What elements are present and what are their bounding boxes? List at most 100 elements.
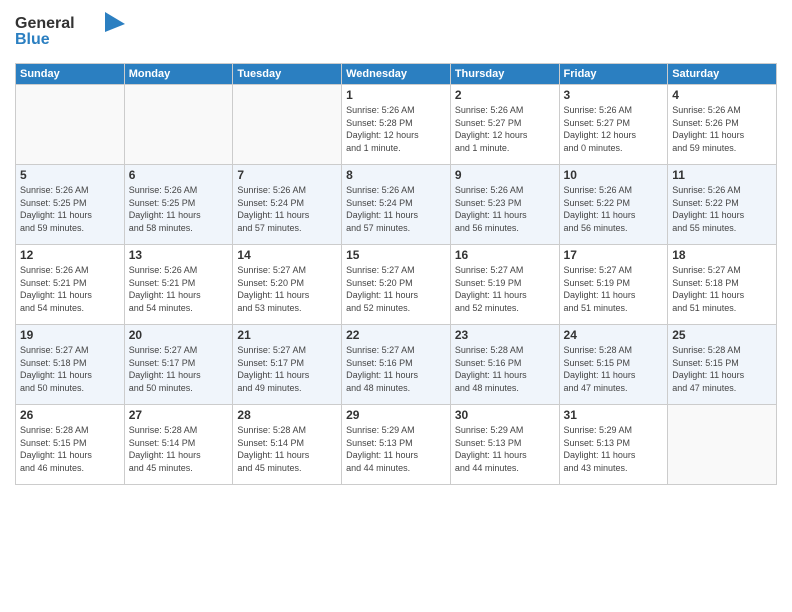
day-number: 14 xyxy=(237,248,337,262)
calendar-cell: 11Sunrise: 5:26 AM Sunset: 5:22 PM Dayli… xyxy=(668,165,777,245)
day-number: 8 xyxy=(346,168,446,182)
calendar-cell: 19 Sunrise: 5:27 AM Sunset: 5:18 PM Dayli… xyxy=(16,325,125,405)
cell-details: Sunrise: 5:26 AM Sunset: 5:22 PM Dayligh… xyxy=(564,184,664,234)
cell-details: Sunrise: 5:28 AM Sunset: 5:15 PM Dayligh… xyxy=(564,344,664,394)
calendar-cell: 1Sunrise: 5:26 AM Sunset: 5:28 PM Daylig… xyxy=(342,85,451,165)
cell-details: Sunrise: 5:27 AM Sunset: 5:20 PM Dayligh… xyxy=(346,264,446,314)
day-number: 11 xyxy=(672,168,772,182)
calendar-cell: 17Sunrise: 5:27 AM Sunset: 5:19 PM Dayli… xyxy=(559,245,668,325)
weekday-header: Monday xyxy=(124,64,233,85)
day-number: 20 xyxy=(129,328,229,342)
cell-details: Sunrise: 5:26 AM Sunset: 5:24 PM Dayligh… xyxy=(237,184,337,234)
cell-details: Sunrise: 5:26 AM Sunset: 5:23 PM Dayligh… xyxy=(455,184,555,234)
weekday-header: Tuesday xyxy=(233,64,342,85)
calendar-cell: 15 Sunrise: 5:27 AM Sunset: 5:20 PM Dayli… xyxy=(342,245,451,325)
cell-details: Sunrise: 5:28 AM Sunset: 5:16 PM Dayligh… xyxy=(455,344,555,394)
day-number: 22 xyxy=(346,328,446,342)
calendar-week-row: 5 Sunrise: 5:26 AM Sunset: 5:25 PM Daylig… xyxy=(16,165,777,245)
svg-text:General: General xyxy=(15,15,75,32)
calendar-cell: 5 Sunrise: 5:26 AM Sunset: 5:25 PM Daylig… xyxy=(16,165,125,245)
cell-details: Sunrise: 5:29 AM Sunset: 5:13 PM Dayligh… xyxy=(564,424,664,474)
day-number: 13 xyxy=(129,248,229,262)
calendar-table: SundayMondayTuesdayWednesdayThursdayFrid… xyxy=(15,63,777,485)
day-number: 23 xyxy=(455,328,555,342)
calendar-cell: 13 Sunrise: 5:26 AM Sunset: 5:21 PM Dayli… xyxy=(124,245,233,325)
cell-details: Sunrise: 5:26 AM Sunset: 5:24 PM Dayligh… xyxy=(346,184,446,234)
calendar-cell: 26Sunrise: 5:28 AM Sunset: 5:15 PM Dayli… xyxy=(16,405,125,485)
calendar-cell: 12 Sunrise: 5:26 AM Sunset: 5:21 PM Dayli… xyxy=(16,245,125,325)
day-number: 18 xyxy=(672,248,772,262)
calendar-cell xyxy=(16,85,125,165)
calendar-cell xyxy=(124,85,233,165)
cell-details: Sunrise: 5:26 AM Sunset: 5:27 PM Dayligh… xyxy=(455,104,555,154)
cell-details: Sunrise: 5:28 AM Sunset: 5:15 PM Dayligh… xyxy=(20,424,120,474)
day-number: 15 xyxy=(346,248,446,262)
logo-text: General Blue xyxy=(15,10,125,57)
calendar-cell: 14 Sunrise: 5:27 AM Sunset: 5:20 PM Dayli… xyxy=(233,245,342,325)
cell-details: Sunrise: 5:27 AM Sunset: 5:16 PM Dayligh… xyxy=(346,344,446,394)
day-number: 17 xyxy=(564,248,664,262)
calendar-week-row: 12 Sunrise: 5:26 AM Sunset: 5:21 PM Dayli… xyxy=(16,245,777,325)
weekday-header: Saturday xyxy=(668,64,777,85)
calendar-container: General Blue SundayMondayTuesdayWednesda… xyxy=(0,0,792,612)
calendar-cell: 30 Sunrise: 5:29 AM Sunset: 5:13 PM Dayli… xyxy=(450,405,559,485)
calendar-header-row: SundayMondayTuesdayWednesdayThursdayFrid… xyxy=(16,64,777,85)
calendar-cell: 9 Sunrise: 5:26 AM Sunset: 5:23 PM Daylig… xyxy=(450,165,559,245)
day-number: 10 xyxy=(564,168,664,182)
weekday-header: Wednesday xyxy=(342,64,451,85)
weekday-header: Sunday xyxy=(16,64,125,85)
calendar-cell: 21Sunrise: 5:27 AM Sunset: 5:17 PM Dayli… xyxy=(233,325,342,405)
calendar-cell: 16 Sunrise: 5:27 AM Sunset: 5:19 PM Dayli… xyxy=(450,245,559,325)
cell-details: Sunrise: 5:28 AM Sunset: 5:15 PM Dayligh… xyxy=(672,344,772,394)
day-number: 29 xyxy=(346,408,446,422)
day-number: 28 xyxy=(237,408,337,422)
calendar-cell xyxy=(668,405,777,485)
calendar-cell: 4Sunrise: 5:26 AM Sunset: 5:26 PM Daylig… xyxy=(668,85,777,165)
day-number: 16 xyxy=(455,248,555,262)
cell-details: Sunrise: 5:26 AM Sunset: 5:21 PM Dayligh… xyxy=(129,264,229,314)
cell-details: Sunrise: 5:26 AM Sunset: 5:25 PM Dayligh… xyxy=(20,184,120,234)
calendar-cell: 25 Sunrise: 5:28 AM Sunset: 5:15 PM Dayli… xyxy=(668,325,777,405)
calendar-cell: 3 Sunrise: 5:26 AM Sunset: 5:27 PM Daylig… xyxy=(559,85,668,165)
cell-details: Sunrise: 5:27 AM Sunset: 5:20 PM Dayligh… xyxy=(237,264,337,314)
day-number: 6 xyxy=(129,168,229,182)
day-number: 30 xyxy=(455,408,555,422)
calendar-cell: 27 Sunrise: 5:28 AM Sunset: 5:14 PM Dayli… xyxy=(124,405,233,485)
cell-details: Sunrise: 5:26 AM Sunset: 5:28 PM Dayligh… xyxy=(346,104,446,154)
calendar-cell: 2 Sunrise: 5:26 AM Sunset: 5:27 PM Daylig… xyxy=(450,85,559,165)
calendar-cell: 10 Sunrise: 5:26 AM Sunset: 5:22 PM Dayli… xyxy=(559,165,668,245)
day-number: 27 xyxy=(129,408,229,422)
cell-details: Sunrise: 5:26 AM Sunset: 5:27 PM Dayligh… xyxy=(564,104,664,154)
cell-details: Sunrise: 5:29 AM Sunset: 5:13 PM Dayligh… xyxy=(455,424,555,474)
day-number: 19 xyxy=(20,328,120,342)
weekday-header: Thursday xyxy=(450,64,559,85)
day-number: 9 xyxy=(455,168,555,182)
cell-details: Sunrise: 5:26 AM Sunset: 5:25 PM Dayligh… xyxy=(129,184,229,234)
calendar-cell: 18 Sunrise: 5:27 AM Sunset: 5:18 PM Dayli… xyxy=(668,245,777,325)
day-number: 5 xyxy=(20,168,120,182)
day-number: 7 xyxy=(237,168,337,182)
cell-details: Sunrise: 5:28 AM Sunset: 5:14 PM Dayligh… xyxy=(129,424,229,474)
weekday-header: Friday xyxy=(559,64,668,85)
calendar-cell: 24Sunrise: 5:28 AM Sunset: 5:15 PM Dayli… xyxy=(559,325,668,405)
cell-details: Sunrise: 5:26 AM Sunset: 5:21 PM Dayligh… xyxy=(20,264,120,314)
day-number: 4 xyxy=(672,88,772,102)
calendar-week-row: 26Sunrise: 5:28 AM Sunset: 5:15 PM Dayli… xyxy=(16,405,777,485)
calendar-cell: 8 Sunrise: 5:26 AM Sunset: 5:24 PM Daylig… xyxy=(342,165,451,245)
calendar-cell: 7 Sunrise: 5:26 AM Sunset: 5:24 PM Daylig… xyxy=(233,165,342,245)
day-number: 2 xyxy=(455,88,555,102)
calendar-cell: 29Sunrise: 5:29 AM Sunset: 5:13 PM Dayli… xyxy=(342,405,451,485)
cell-details: Sunrise: 5:27 AM Sunset: 5:18 PM Dayligh… xyxy=(20,344,120,394)
day-number: 3 xyxy=(564,88,664,102)
day-number: 25 xyxy=(672,328,772,342)
calendar-cell: 31 Sunrise: 5:29 AM Sunset: 5:13 PM Dayli… xyxy=(559,405,668,485)
day-number: 21 xyxy=(237,328,337,342)
cell-details: Sunrise: 5:27 AM Sunset: 5:18 PM Dayligh… xyxy=(672,264,772,314)
calendar-cell: 28Sunrise: 5:28 AM Sunset: 5:14 PM Dayli… xyxy=(233,405,342,485)
day-number: 12 xyxy=(20,248,120,262)
day-number: 31 xyxy=(564,408,664,422)
cell-details: Sunrise: 5:27 AM Sunset: 5:19 PM Dayligh… xyxy=(455,264,555,314)
cell-details: Sunrise: 5:27 AM Sunset: 5:17 PM Dayligh… xyxy=(129,344,229,394)
calendar-cell: 20 Sunrise: 5:27 AM Sunset: 5:17 PM Dayli… xyxy=(124,325,233,405)
calendar-cell: 23 Sunrise: 5:28 AM Sunset: 5:16 PM Dayli… xyxy=(450,325,559,405)
